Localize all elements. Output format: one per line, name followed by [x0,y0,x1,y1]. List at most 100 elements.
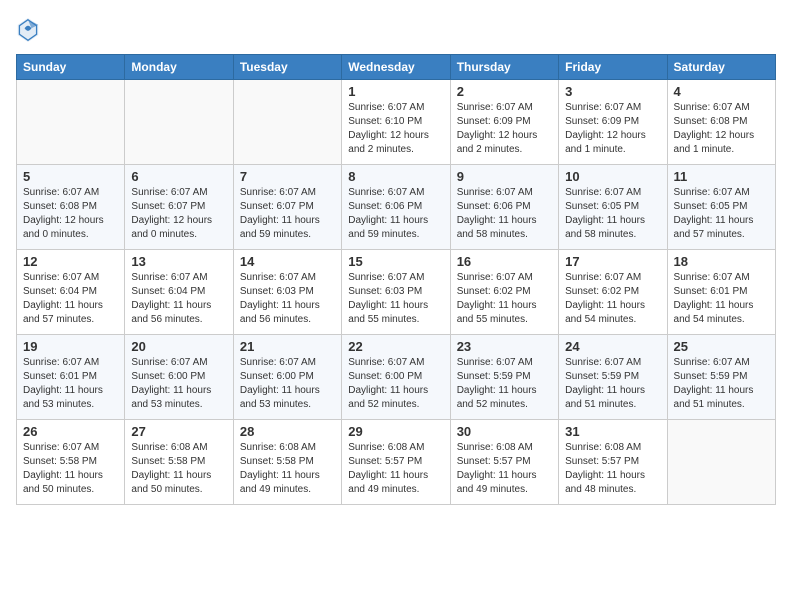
calendar-cell: 7Sunrise: 6:07 AM Sunset: 6:07 PM Daylig… [233,165,341,250]
day-info: Sunrise: 6:07 AM Sunset: 6:08 PM Dayligh… [674,101,769,157]
calendar-table: SundayMondayTuesdayWednesdayThursdayFrid… [16,54,776,505]
day-info: Sunrise: 6:07 AM Sunset: 6:06 PM Dayligh… [457,186,552,242]
day-number: 31 [565,424,660,439]
day-number: 19 [23,339,118,354]
day-number: 14 [240,254,335,269]
day-info: Sunrise: 6:07 AM Sunset: 6:08 PM Dayligh… [23,186,118,242]
day-info: Sunrise: 6:07 AM Sunset: 6:01 PM Dayligh… [23,356,118,412]
calendar-cell: 12 Sunrise: 6:07 AM Sunset: 6:04 PM Dayli… [17,250,125,335]
calendar-cell: 1 Sunrise: 6:07 AM Sunset: 6:10 PM Daylig… [342,80,450,165]
weekday-header-friday: Friday [559,55,667,80]
day-number: 2 [457,84,552,99]
calendar-cell: 16Sunrise: 6:07 AM Sunset: 6:02 PM Dayli… [450,250,558,335]
day-number: 4 [674,84,769,99]
calendar-cell: 18 Sunrise: 6:07 AM Sunset: 6:01 PM Dayli… [667,250,775,335]
day-number: 22 [348,339,443,354]
weekday-header-thursday: Thursday [450,55,558,80]
calendar-cell: 25 Sunrise: 6:07 AM Sunset: 5:59 PM Dayli… [667,335,775,420]
calendar-cell [667,420,775,505]
day-number: 28 [240,424,335,439]
day-info: Sunrise: 6:07 AM Sunset: 6:03 PM Dayligh… [240,271,335,327]
day-info: Sunrise: 6:07 AM Sunset: 6:02 PM Dayligh… [565,271,660,327]
calendar-cell: 31Sunrise: 6:08 AM Sunset: 5:57 PM Dayli… [559,420,667,505]
day-number: 1 [348,84,443,99]
calendar-cell: 22 Sunrise: 6:07 AM Sunset: 6:00 PM Dayli… [342,335,450,420]
calendar-cell: 9 Sunrise: 6:07 AM Sunset: 6:06 PM Daylig… [450,165,558,250]
day-info: Sunrise: 6:07 AM Sunset: 6:03 PM Dayligh… [348,271,443,327]
calendar-cell: 20 Sunrise: 6:07 AM Sunset: 6:00 PM Dayli… [125,335,233,420]
calendar-cell: 28 Sunrise: 6:08 AM Sunset: 5:58 PM Dayli… [233,420,341,505]
day-info: Sunrise: 6:07 AM Sunset: 6:00 PM Dayligh… [348,356,443,412]
day-info: Sunrise: 6:07 AM Sunset: 6:05 PM Dayligh… [565,186,660,242]
calendar-cell: 27Sunrise: 6:08 AM Sunset: 5:58 PM Dayli… [125,420,233,505]
weekday-header-tuesday: Tuesday [233,55,341,80]
day-number: 24 [565,339,660,354]
day-info: Sunrise: 6:07 AM Sunset: 5:59 PM Dayligh… [457,356,552,412]
calendar-cell: 15 Sunrise: 6:07 AM Sunset: 6:03 PM Dayli… [342,250,450,335]
calendar-cell: 10 Sunrise: 6:07 AM Sunset: 6:05 PM Dayli… [559,165,667,250]
day-info: Sunrise: 6:07 AM Sunset: 6:01 PM Dayligh… [674,271,769,327]
calendar-cell: 8 Sunrise: 6:07 AM Sunset: 6:06 PM Daylig… [342,165,450,250]
calendar-cell: 23 Sunrise: 6:07 AM Sunset: 5:59 PM Dayli… [450,335,558,420]
day-info: Sunrise: 6:07 AM Sunset: 6:02 PM Dayligh… [457,271,552,327]
day-number: 6 [131,169,226,184]
day-info: Sunrise: 6:07 AM Sunset: 6:09 PM Dayligh… [457,101,552,157]
calendar-cell: 26 Sunrise: 6:07 AM Sunset: 5:58 PM Dayli… [17,420,125,505]
calendar-cell: 6 Sunrise: 6:07 AM Sunset: 6:07 PM Daylig… [125,165,233,250]
calendar-cell: 19 Sunrise: 6:07 AM Sunset: 6:01 PM Dayli… [17,335,125,420]
day-info: Sunrise: 6:07 AM Sunset: 6:05 PM Dayligh… [674,186,769,242]
calendar-cell: 2 Sunrise: 6:07 AM Sunset: 6:09 PM Daylig… [450,80,558,165]
day-number: 17 [565,254,660,269]
page-header [16,16,776,44]
day-info: Sunrise: 6:07 AM Sunset: 5:59 PM Dayligh… [565,356,660,412]
weekday-header-wednesday: Wednesday [342,55,450,80]
calendar-cell [17,80,125,165]
weekday-header-monday: Monday [125,55,233,80]
day-info: Sunrise: 6:07 AM Sunset: 6:09 PM Dayligh… [565,101,660,157]
day-number: 3 [565,84,660,99]
day-number: 25 [674,339,769,354]
day-number: 9 [457,169,552,184]
day-number: 12 [23,254,118,269]
day-number: 20 [131,339,226,354]
logo-icon [16,16,40,44]
day-number: 15 [348,254,443,269]
day-info: Sunrise: 6:07 AM Sunset: 6:07 PM Dayligh… [131,186,226,242]
calendar-cell: 21 Sunrise: 6:07 AM Sunset: 6:00 PM Dayli… [233,335,341,420]
calendar-cell: 5 Sunrise: 6:07 AM Sunset: 6:08 PM Daylig… [17,165,125,250]
logo [16,16,44,44]
day-info: Sunrise: 6:07 AM Sunset: 6:00 PM Dayligh… [131,356,226,412]
day-info: Sunrise: 6:07 AM Sunset: 6:10 PM Dayligh… [348,101,443,157]
day-info: Sunrise: 6:08 AM Sunset: 5:57 PM Dayligh… [457,441,552,497]
calendar-cell: 24 Sunrise: 6:07 AM Sunset: 5:59 PM Dayli… [559,335,667,420]
calendar-cell: 29 Sunrise: 6:08 AM Sunset: 5:57 PM Dayli… [342,420,450,505]
day-number: 30 [457,424,552,439]
day-info: Sunrise: 6:08 AM Sunset: 5:57 PM Dayligh… [348,441,443,497]
weekday-header-sunday: Sunday [17,55,125,80]
day-info: Sunrise: 6:07 AM Sunset: 6:06 PM Dayligh… [348,186,443,242]
day-number: 5 [23,169,118,184]
day-number: 26 [23,424,118,439]
day-number: 29 [348,424,443,439]
day-number: 13 [131,254,226,269]
day-info: Sunrise: 6:08 AM Sunset: 5:58 PM Dayligh… [240,441,335,497]
calendar-cell: 3 Sunrise: 6:07 AM Sunset: 6:09 PM Daylig… [559,80,667,165]
day-info: Sunrise: 6:07 AM Sunset: 6:04 PM Dayligh… [131,271,226,327]
day-number: 10 [565,169,660,184]
day-info: Sunrise: 6:07 AM Sunset: 6:04 PM Dayligh… [23,271,118,327]
calendar-cell [233,80,341,165]
day-number: 21 [240,339,335,354]
day-number: 11 [674,169,769,184]
day-info: Sunrise: 6:07 AM Sunset: 5:58 PM Dayligh… [23,441,118,497]
calendar-cell: 13 Sunrise: 6:07 AM Sunset: 6:04 PM Dayli… [125,250,233,335]
day-info: Sunrise: 6:08 AM Sunset: 5:58 PM Dayligh… [131,441,226,497]
day-number: 23 [457,339,552,354]
day-info: Sunrise: 6:07 AM Sunset: 6:00 PM Dayligh… [240,356,335,412]
calendar-cell: 17 Sunrise: 6:07 AM Sunset: 6:02 PM Dayli… [559,250,667,335]
calendar-cell: 4 Sunrise: 6:07 AM Sunset: 6:08 PM Daylig… [667,80,775,165]
day-number: 8 [348,169,443,184]
day-info: Sunrise: 6:07 AM Sunset: 5:59 PM Dayligh… [674,356,769,412]
weekday-header-saturday: Saturday [667,55,775,80]
day-number: 18 [674,254,769,269]
day-number: 7 [240,169,335,184]
